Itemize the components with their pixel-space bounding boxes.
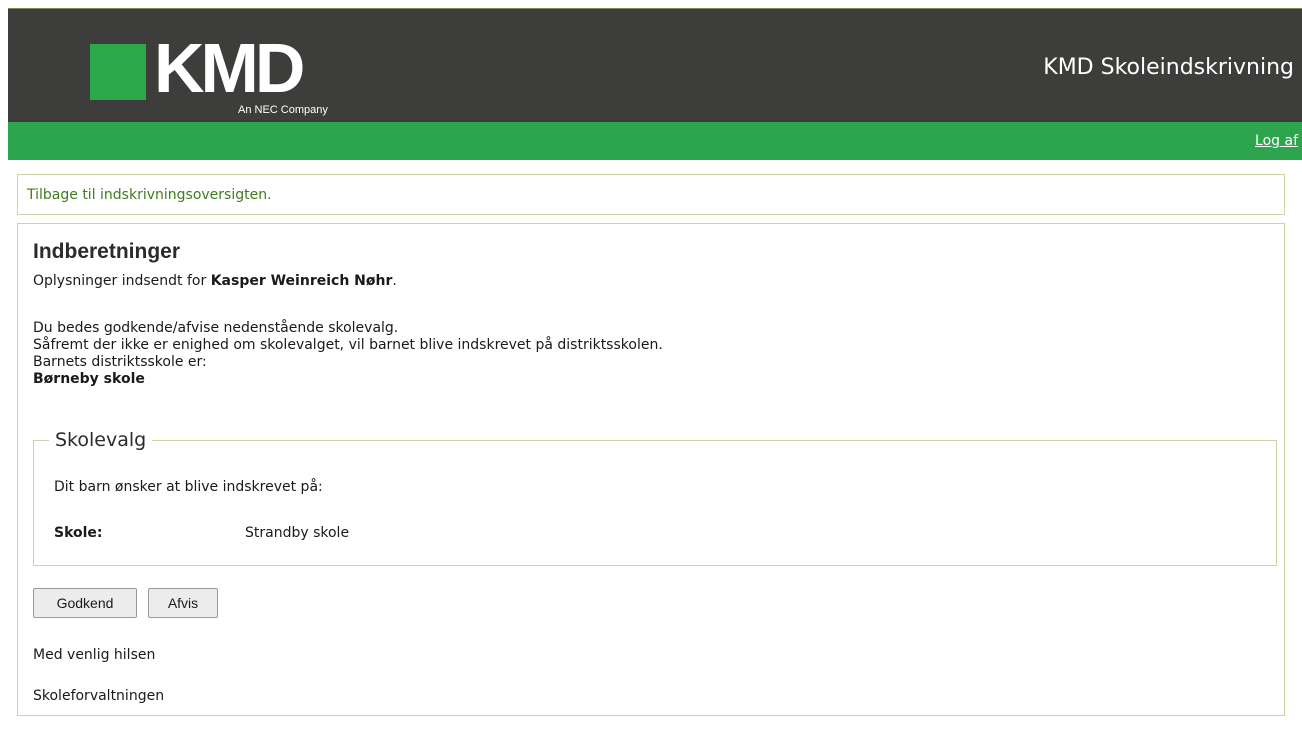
instruction-disagreement: Såfremt der ikke er enighed om skolevalg… — [33, 337, 663, 353]
app-header: KMD An NEC Company KMD Skoleindskrivning — [8, 8, 1302, 122]
kmd-logo-square — [90, 44, 146, 100]
back-to-overview-link[interactable]: Tilbage til indskrivningsoversigten. — [27, 187, 272, 203]
school-label: Skole: — [54, 525, 103, 541]
child-name: Kasper Weinreich Nøhr — [210, 273, 393, 289]
school-choice-legend: Skolevalg — [49, 429, 153, 451]
district-school-label: Barnets distriktsskole er: — [33, 354, 207, 370]
instruction-approve: Du bedes godkende/afvise nedenstående sk… — [33, 320, 399, 336]
page-title: Indberetninger — [33, 240, 181, 263]
school-choice-fieldset: Skolevalg Dit barn ønsker at blive indsk… — [33, 429, 1277, 566]
top-strip — [0, 0, 1302, 8]
logo-subtitle: An NEC Company — [238, 104, 328, 116]
footer-sender: Skoleforvaltningen — [33, 688, 165, 704]
district-school-name: Børneby skole — [33, 371, 145, 387]
back-panel: Tilbage til indskrivningsoversigten. — [17, 174, 1285, 215]
school-value: Strandby skole — [245, 525, 350, 541]
intro-suffix: . — [392, 273, 397, 289]
reject-button[interactable]: Afvis — [148, 588, 218, 618]
app-title: KMD Skoleindskrivning — [1043, 55, 1294, 80]
footer-greeting: Med venlig hilsen — [33, 647, 156, 663]
intro-prefix: Oplysninger indsendt for — [33, 273, 211, 289]
reports-panel: Indberetninger Oplysninger indsendt for … — [17, 223, 1285, 716]
logout-link[interactable]: Log af — [1255, 133, 1298, 149]
school-wish-text: Dit barn ønsker at blive indskrevet på: — [54, 479, 323, 495]
nav-bar: Log af — [8, 122, 1302, 160]
kmd-logo: KMD — [154, 29, 305, 107]
approve-button[interactable]: Godkend — [33, 588, 137, 618]
intro-line: Oplysninger indsendt for Kasper Weinreic… — [33, 273, 397, 289]
